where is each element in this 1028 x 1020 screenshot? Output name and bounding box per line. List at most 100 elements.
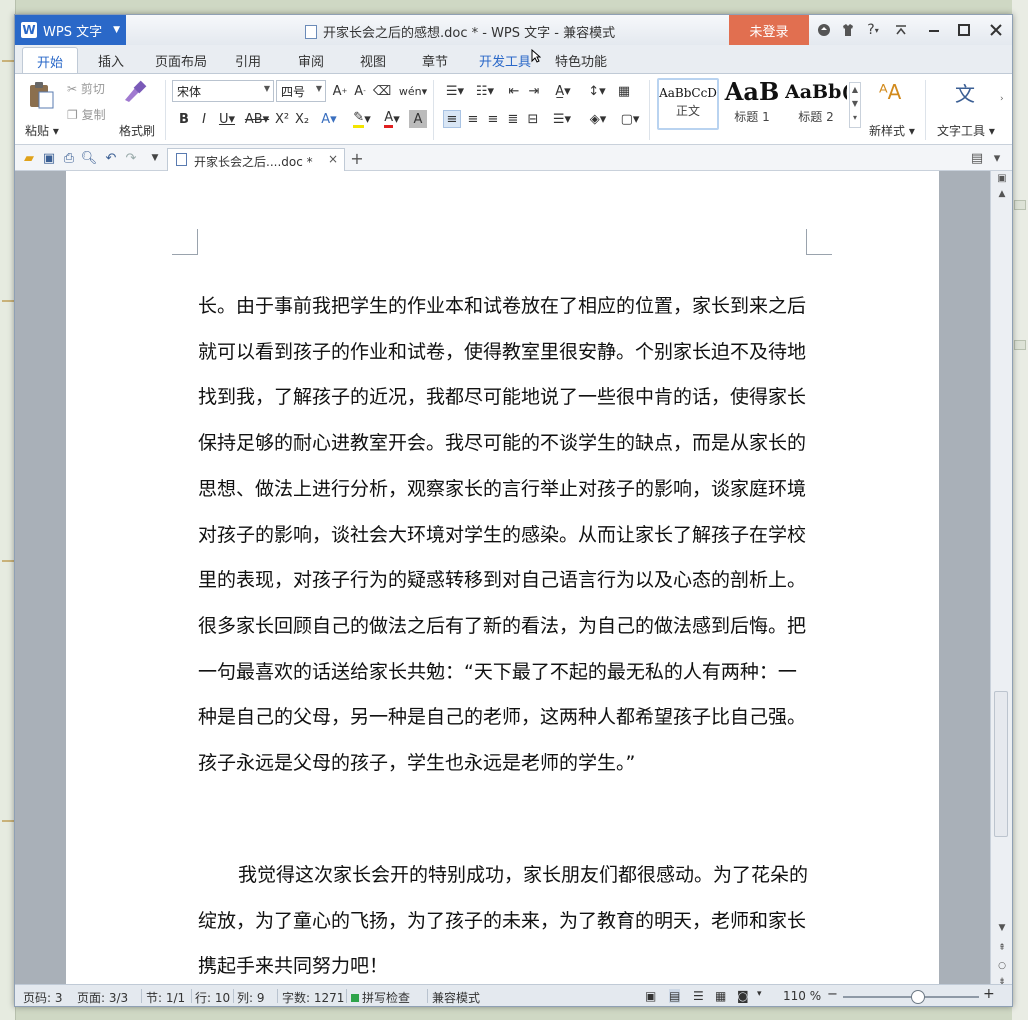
text-tools-icon[interactable]: 文: [955, 78, 975, 107]
align-center-icon[interactable]: ≡: [464, 110, 482, 128]
minimize-icon[interactable]: [925, 21, 943, 39]
customize-quick-access-icon[interactable]: ▼: [147, 150, 163, 166]
document-tab[interactable]: 开家长会之后....doc * ×: [167, 148, 345, 171]
open-folder-icon[interactable]: ▰: [21, 150, 37, 166]
distributed-icon[interactable]: ⊟: [524, 110, 542, 128]
subscript-icon[interactable]: X₂: [293, 110, 311, 128]
new-style-icon[interactable]: ᴬA: [879, 80, 901, 104]
zoom-slider-thumb[interactable]: [910, 990, 925, 1004]
shading-icon[interactable]: ◈▾: [585, 110, 611, 128]
format-painter-label[interactable]: 格式刷: [119, 122, 155, 139]
web-view-icon[interactable]: ▦: [715, 989, 726, 1003]
tab-review[interactable]: 审阅: [298, 51, 324, 70]
char-shading-icon[interactable]: A: [409, 110, 427, 128]
fullscreen-view-icon[interactable]: ▣: [645, 989, 656, 1003]
text-effect-icon[interactable]: A▾: [315, 110, 343, 128]
tab-chapter[interactable]: 章节: [422, 51, 448, 70]
page-view-icon[interactable]: ▤: [669, 989, 681, 1003]
tab-references[interactable]: 引用: [235, 51, 261, 70]
increase-indent-icon[interactable]: ⇥: [525, 82, 543, 100]
document-list-icon[interactable]: ▤: [969, 150, 985, 166]
font-color-icon[interactable]: A ▾: [379, 110, 405, 128]
tab-view[interactable]: 视图: [360, 51, 386, 70]
print-icon[interactable]: ⎙: [61, 150, 77, 166]
style-heading1[interactable]: AaB 标题 1: [721, 78, 783, 130]
borders-icon[interactable]: ▢▾: [617, 110, 643, 128]
spell-check-button[interactable]: 拼写检查: [351, 989, 410, 1006]
select-browse-object-icon[interactable]: ○: [995, 961, 1009, 975]
zoom-out-icon[interactable]: −: [827, 987, 838, 1002]
help-button[interactable]: ? ▾: [861, 21, 885, 39]
tab-insert[interactable]: 插入: [98, 51, 124, 70]
numbering-icon[interactable]: ☷▾: [471, 82, 499, 100]
undo-icon[interactable]: ↶: [103, 150, 119, 166]
previous-page-icon[interactable]: ⇞: [995, 943, 1009, 957]
style-normal[interactable]: AaBbCcD 正文: [657, 78, 719, 130]
table-grid-icon[interactable]: ▦: [615, 82, 633, 100]
status-word-count[interactable]: 字数: 1271: [282, 989, 344, 1006]
format-painter-button[interactable]: [121, 80, 147, 107]
superscript-icon[interactable]: X²: [273, 110, 291, 128]
sort-icon[interactable]: ↕▾: [585, 82, 609, 100]
justify-icon[interactable]: ≣: [504, 110, 522, 128]
ribbon-scroll-right-icon[interactable]: ›: [1000, 94, 1004, 104]
document-paragraph[interactable]: 长。由于事前我把学生的作业本和试卷放在了相应的位置，家长到来之后就可以看到孩子的…: [198, 284, 810, 787]
tab-developer[interactable]: 开发工具: [479, 51, 531, 70]
tab-page-layout[interactable]: 页面布局: [155, 51, 207, 70]
maximize-icon[interactable]: [955, 21, 973, 39]
zoom-level[interactable]: 110 %: [783, 989, 821, 1003]
grow-font-icon[interactable]: A +: [331, 82, 349, 100]
font-size-select[interactable]: 四号 ▼: [276, 80, 326, 102]
copy-button[interactable]: ❐ 复制: [67, 106, 106, 123]
align-left-icon[interactable]: ≡: [443, 110, 461, 128]
login-button[interactable]: 未登录: [729, 15, 809, 45]
cut-button[interactable]: ✂ 剪切: [67, 80, 105, 97]
view-options-icon[interactable]: ▾: [757, 989, 762, 999]
close-tab-icon[interactable]: ×: [328, 152, 338, 166]
chinese-layout-icon[interactable]: A̲▾: [549, 82, 577, 100]
tab-special-features[interactable]: 特色功能: [555, 51, 607, 70]
decrease-indent-icon[interactable]: ⇤: [505, 82, 523, 100]
paste-button[interactable]: [27, 80, 57, 110]
status-pages[interactable]: 页面: 3/3: [77, 989, 128, 1006]
text-tools-button[interactable]: 文字工具 ▾: [937, 122, 995, 139]
document-paragraph[interactable]: 我觉得这次家长会开的特别成功，家长朋友们都很感动。为了花朵的绽放，为了童心的飞扬…: [198, 853, 810, 984]
zoom-slider[interactable]: [843, 990, 979, 1004]
print-preview-icon[interactable]: 🔍︎: [81, 150, 98, 166]
split-view-icon[interactable]: ▣: [995, 173, 1009, 187]
font-name-select[interactable]: 宋体 ▼: [172, 80, 274, 102]
new-tab-icon[interactable]: +: [349, 149, 365, 168]
highlight-icon[interactable]: ✎ ▾: [349, 110, 375, 128]
phonetic-icon[interactable]: wén▾: [399, 82, 427, 100]
outline-view-icon[interactable]: ☰: [693, 989, 704, 1003]
app-menu-button[interactable]: W WPS 文字 ▼: [15, 15, 126, 45]
style-heading2[interactable]: AaBb( 标题 2: [785, 78, 847, 130]
reading-view-icon[interactable]: ◙: [737, 989, 749, 1003]
skin-icon[interactable]: [815, 21, 833, 39]
align-right-icon[interactable]: ≡: [484, 110, 502, 128]
paste-label[interactable]: 粘贴 ▾: [25, 122, 59, 139]
shrink-font-icon[interactable]: A-: [351, 82, 369, 100]
strikethrough-icon[interactable]: AB▾: [243, 110, 271, 128]
styles-scroll[interactable]: ▲ ▼ ▾: [849, 82, 861, 128]
collapse-ribbon-icon[interactable]: [892, 21, 910, 39]
tab-options-icon[interactable]: ▾: [989, 150, 1005, 166]
clear-format-icon[interactable]: ⌫: [373, 82, 391, 100]
vertical-scrollbar[interactable]: ▣ ▲ ▼ ⇞ ○ ⇟: [990, 171, 1012, 987]
redo-icon[interactable]: ↷: [123, 150, 139, 166]
document-page[interactable]: 长。由于事前我把学生的作业本和试卷放在了相应的位置，家长到来之后就可以看到孩子的…: [66, 171, 939, 984]
tab-home[interactable]: 开始: [22, 47, 79, 73]
save-icon[interactable]: ▣: [41, 150, 57, 166]
close-icon[interactable]: [987, 21, 1005, 39]
scroll-down-icon[interactable]: ▼: [995, 923, 1009, 937]
bold-icon[interactable]: B: [175, 110, 193, 128]
underline-icon[interactable]: U▾: [215, 110, 239, 128]
line-spacing-icon[interactable]: ☰▾: [549, 110, 575, 128]
zoom-in-icon[interactable]: +: [983, 986, 995, 1002]
shirt-icon[interactable]: [839, 21, 857, 39]
bullets-icon[interactable]: ☰▾: [441, 82, 469, 100]
scroll-up-icon[interactable]: ▲: [995, 189, 1009, 203]
scroll-thumb[interactable]: [994, 691, 1008, 837]
new-style-button[interactable]: 新样式 ▾: [869, 122, 915, 139]
italic-icon[interactable]: I: [195, 110, 213, 128]
